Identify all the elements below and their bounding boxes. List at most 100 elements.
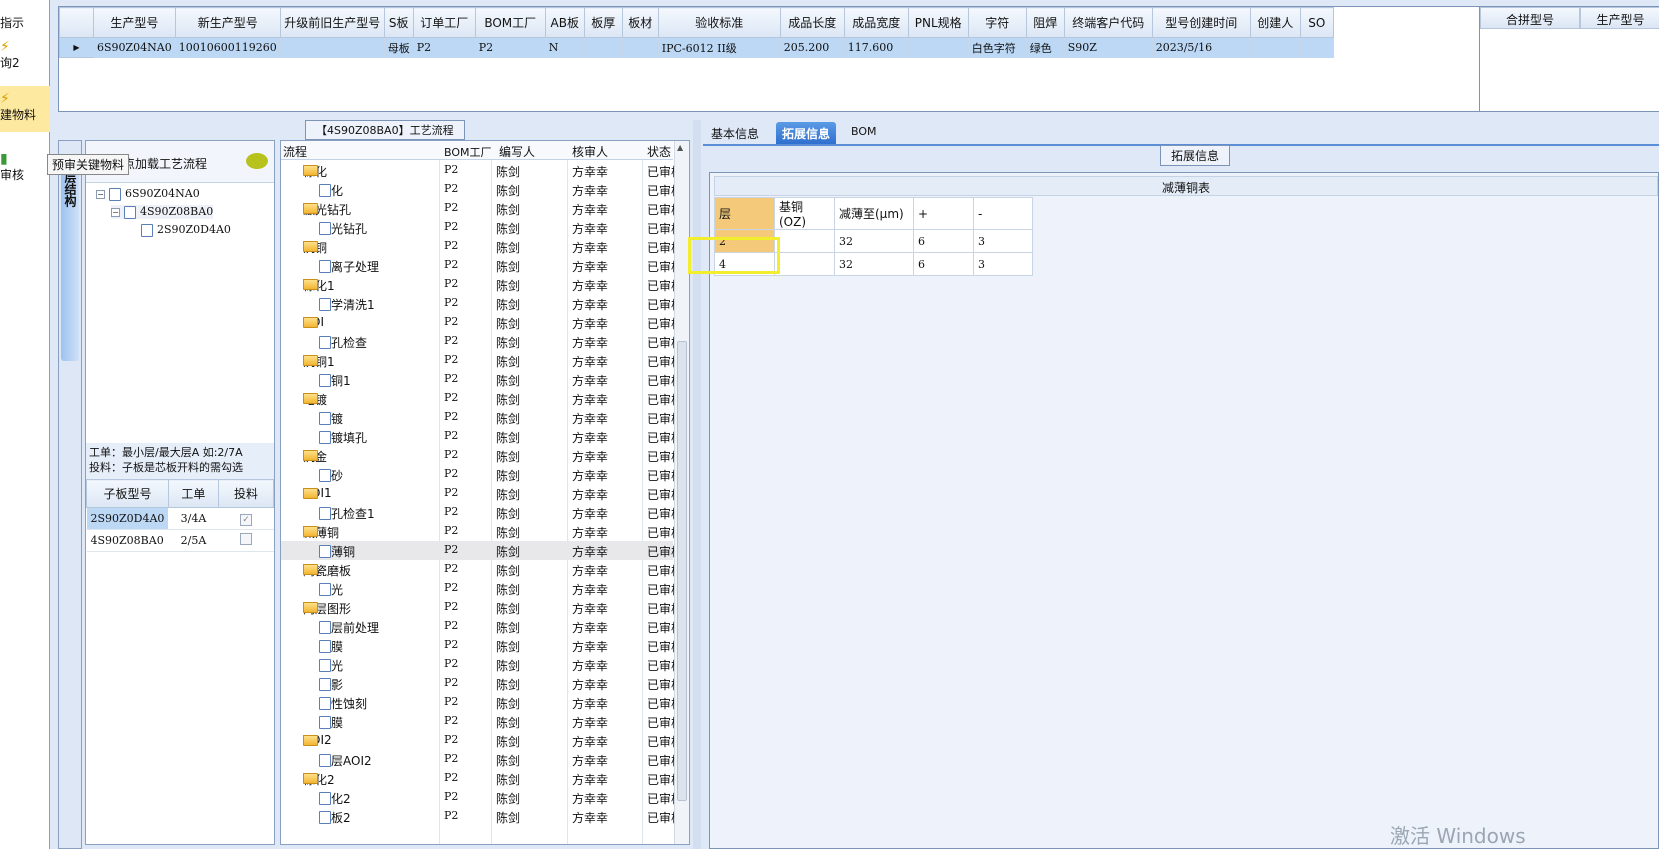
writer-cell[interactable]: 陈剑 — [496, 353, 520, 370]
sidebar-item-inquiry[interactable]: ⚡ 询2 — [0, 40, 50, 71]
writer-cell[interactable]: 陈剑 — [496, 600, 520, 617]
flow-row[interactable]: 等离子处理 P2 陈剑 方幸幸 已审核 — [281, 256, 674, 275]
reviewer-cell[interactable]: 方幸幸 — [572, 182, 608, 199]
cell[interactable]: 白色字符 — [968, 37, 1027, 58]
bom-factory-cell[interactable]: P2 — [444, 657, 458, 670]
flow-row[interactable]: −减薄铜 P2 陈剑 方幸幸 已审核 — [281, 522, 674, 541]
bom-factory-cell[interactable]: P2 — [444, 600, 458, 613]
flow-node[interactable]: 盲孔检查 — [319, 334, 367, 351]
cell[interactable]: 10010600119260 — [175, 37, 281, 58]
status-cell[interactable]: 已审核 — [647, 619, 674, 636]
reviewer-cell[interactable]: 方幸幸 — [572, 315, 608, 332]
flow-row[interactable]: 喷砂 P2 陈剑 方幸幸 已审核 — [281, 465, 674, 484]
status-cell[interactable]: 已审核 — [647, 638, 674, 655]
col-header[interactable]: SO — [1299, 7, 1334, 38]
cell[interactable]: P2 — [475, 37, 546, 58]
bom-factory-cell[interactable]: P2 — [444, 334, 458, 347]
writer-cell[interactable]: 陈剑 — [496, 524, 520, 541]
reviewer-cell[interactable]: 方幸幸 — [572, 220, 608, 237]
status-cell[interactable]: 已审核 — [647, 163, 674, 180]
flow-row[interactable]: 酸性蚀刻 P2 陈剑 方幸幸 已审核 — [281, 693, 674, 712]
col-header[interactable]: BOM工厂 — [474, 7, 546, 38]
writer-cell[interactable]: 陈剑 — [496, 562, 520, 579]
bom-factory-cell[interactable]: P2 — [444, 790, 458, 803]
flow-node[interactable]: −棕化1 — [303, 277, 335, 294]
flow-node[interactable]: −棕化 — [303, 163, 327, 180]
flow-row[interactable]: 内层前处理 P2 陈剑 方幸幸 已审核 — [281, 617, 674, 636]
flow-row[interactable]: 曝光 P2 陈剑 方幸幸 已审核 — [281, 655, 674, 674]
cell[interactable]: 32 — [834, 252, 914, 276]
scrollbar-thumb[interactable] — [677, 341, 687, 801]
flow-node[interactable]: −AOI2 — [303, 733, 332, 747]
bom-factory-cell[interactable]: P2 — [444, 562, 458, 575]
flow-row[interactable]: −电镀 P2 陈剑 方幸幸 已审核 — [281, 389, 674, 408]
reviewer-cell[interactable]: 方幸幸 — [572, 638, 608, 655]
writer-cell[interactable]: 陈剑 — [496, 581, 520, 598]
flow-node[interactable]: 沉铜1 — [319, 372, 351, 389]
status-cell[interactable]: 已审核 — [647, 372, 674, 389]
sidebar-item-key-material[interactable]: ⚡ 建物料 — [0, 86, 50, 132]
writer-cell[interactable]: 陈剑 — [496, 372, 520, 389]
reviewer-cell[interactable]: 方幸幸 — [572, 581, 608, 598]
reviewer-cell[interactable]: 方幸幸 — [572, 809, 608, 826]
bom-factory-cell[interactable]: P2 — [444, 486, 458, 499]
cell[interactable] — [1300, 37, 1334, 58]
reviewer-cell[interactable]: 方幸幸 — [572, 486, 608, 503]
flow-row[interactable]: 退膜 P2 陈剑 方幸幸 已审核 — [281, 712, 674, 731]
flow-node[interactable]: 棕化2 — [319, 790, 351, 807]
flow-node[interactable]: 减薄铜 — [319, 543, 355, 560]
writer-cell[interactable]: 陈剑 — [496, 657, 520, 674]
reviewer-cell[interactable]: 方幸幸 — [572, 334, 608, 351]
bom-factory-cell[interactable]: P2 — [444, 809, 458, 822]
collapse-icon[interactable]: − — [111, 207, 120, 217]
col-header[interactable]: 合拼型号 — [1480, 7, 1580, 29]
cell[interactable]: 205.200 — [780, 37, 845, 58]
flow-row[interactable]: −AOI P2 陈剑 方幸幸 已审核 — [281, 313, 674, 332]
bom-factory-cell[interactable]: P2 — [444, 448, 458, 461]
flow-row[interactable]: −AOI2 P2 陈剑 方幸幸 已审核 — [281, 731, 674, 750]
writer-cell[interactable]: 陈剑 — [496, 676, 520, 693]
flow-row[interactable]: −内层图形 P2 陈剑 方幸幸 已审核 — [281, 598, 674, 617]
status-cell[interactable]: 已审核 — [647, 562, 674, 579]
table-row[interactable]: 4S90Z08BA0 2/5A — [86, 529, 274, 552]
writer-cell[interactable]: 陈剑 — [496, 486, 520, 503]
reviewer-cell[interactable]: 方幸幸 — [572, 657, 608, 674]
writer-cell[interactable]: 陈剑 — [496, 771, 520, 788]
writer-cell[interactable]: 陈剑 — [496, 410, 520, 427]
col-header[interactable]: 减薄至(μm) — [834, 197, 914, 230]
col-header[interactable]: 终端客户代码 — [1063, 7, 1153, 38]
writer-cell[interactable]: 陈剑 — [496, 429, 520, 446]
collapse-icon[interactable]: − — [96, 189, 105, 199]
reviewer-cell[interactable]: 方幸幸 — [572, 562, 608, 579]
flow-row[interactable]: 化学清洗1 P2 陈剑 方幸幸 已审核 — [281, 294, 674, 313]
col-header[interactable]: 子板型号 — [86, 479, 169, 508]
flow-row[interactable]: 内层AOI2 P2 陈剑 方幸幸 已审核 — [281, 750, 674, 769]
flow-row[interactable]: −沉铜 P2 陈剑 方幸幸 已审核 — [281, 237, 674, 256]
col-header[interactable]: 字符 — [967, 7, 1027, 38]
col-header[interactable]: 订单工厂 — [412, 7, 476, 38]
cell[interactable] — [1250, 37, 1301, 58]
tree-node[interactable]: − 4S90Z08BA0 — [111, 205, 214, 219]
col-header[interactable]: 新生产型号 — [174, 7, 281, 38]
reviewer-cell[interactable]: 方幸幸 — [572, 600, 608, 617]
flow-node[interactable]: 电镀填孔 — [319, 429, 367, 446]
flow-node[interactable]: 盲孔检查1 — [319, 505, 375, 522]
bom-factory-cell[interactable]: P2 — [444, 619, 458, 632]
flow-node[interactable]: −激光钻孔 — [303, 201, 351, 218]
flow-row[interactable]: −AOI1 P2 陈剑 方幸幸 已审核 — [281, 484, 674, 503]
status-cell[interactable]: 已审核 — [647, 543, 674, 560]
bom-factory-cell[interactable]: P2 — [444, 201, 458, 214]
reviewer-cell[interactable]: 方幸幸 — [572, 163, 608, 180]
bom-factory-cell[interactable]: P2 — [444, 315, 458, 328]
tab-layer-structure[interactable]: 层结构 — [61, 161, 79, 361]
cell[interactable]: 绿色 — [1026, 37, 1065, 58]
flow-node[interactable]: 内层AOI2 — [319, 752, 372, 769]
bom-factory-cell[interactable]: P2 — [444, 296, 458, 309]
flow-node[interactable]: −减薄铜 — [303, 524, 339, 541]
writer-cell[interactable]: 陈剑 — [496, 448, 520, 465]
flow-row[interactable]: −棕化2 P2 陈剑 方幸幸 已审核 — [281, 769, 674, 788]
reviewer-cell[interactable]: 方幸幸 — [572, 258, 608, 275]
bom-factory-cell[interactable]: P2 — [444, 410, 458, 423]
tab-basic-info[interactable]: 基本信息 — [705, 122, 765, 144]
writer-cell[interactable]: 陈剑 — [496, 182, 520, 199]
